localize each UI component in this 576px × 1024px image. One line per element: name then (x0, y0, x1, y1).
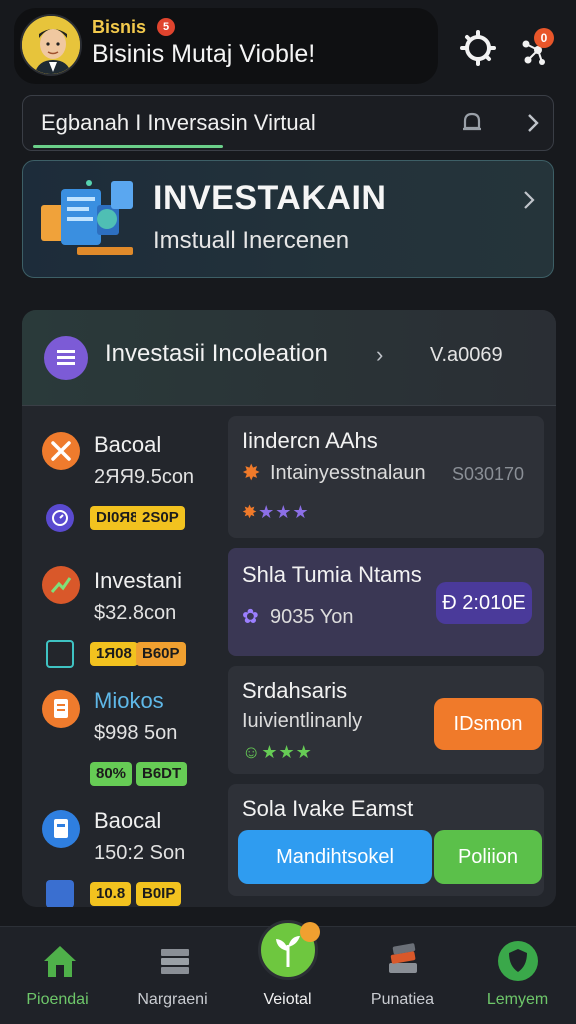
nav-label: Punatiea (370, 991, 435, 1008)
investment-card[interactable]: Sola Ivake Eamst Mandihtsokel Poliion (228, 784, 544, 896)
nav-item-books[interactable]: Punatiea (345, 927, 460, 1024)
list-icon (44, 336, 88, 380)
item-title: Baocal (94, 808, 162, 833)
bell-icon[interactable] (459, 110, 485, 136)
clock-icon (46, 504, 74, 532)
nav-label: Nargraeni (137, 991, 208, 1008)
shield-icon (498, 941, 538, 981)
briefcase-icon (46, 880, 74, 907)
card-title: Iindercn AAhs (242, 428, 378, 453)
list-item[interactable]: Baocal 150:2 Son 10.8 B0IP (22, 796, 222, 907)
blue-action-button[interactable]: Mandihtsokel (238, 830, 432, 884)
list-item[interactable]: Miokos $998 5on 80% B6DT (22, 676, 222, 796)
investment-card[interactable]: Iindercn AAhs Intainyesstnalaun ✸ S03017… (228, 416, 544, 538)
header-small-label: Bisnis (92, 17, 147, 37)
item-value: $998 5on (94, 722, 178, 744)
fab-badge (300, 922, 320, 942)
nav-item-home[interactable]: Pioendai (0, 927, 115, 1024)
file-icon (42, 810, 80, 848)
investment-card[interactable]: Srdahsaris Iuivientlinanly ☺★★★ IDsmon (228, 666, 544, 774)
nav-label: Veiotal (263, 991, 312, 1008)
nav-item-shield[interactable]: Lemyem (460, 927, 575, 1024)
nav-item-stack[interactable]: Nargraeni (115, 927, 230, 1024)
card-action-button[interactable]: IDsmon (434, 698, 542, 750)
nav-label: Pioendai (26, 991, 89, 1008)
chevron-right-icon[interactable] (521, 110, 545, 136)
card-title: Shla Tumia Ntams (242, 562, 422, 587)
item-title: Bacoal (94, 432, 162, 457)
home-icon (44, 946, 76, 977)
card-action-button[interactable]: Ð 2:010E (436, 582, 532, 624)
card-value: S030170 (452, 464, 525, 484)
item-title: Miokos (94, 688, 164, 713)
tag: B60P (136, 642, 186, 666)
books-icon (389, 943, 417, 973)
calendar-icon (46, 640, 74, 668)
stack-icon (161, 949, 189, 974)
header-title: Bisinis Mutaj Vioble! (92, 40, 316, 68)
list-item[interactable]: Investani $32.8con 1Я08 B60P (22, 556, 222, 676)
investment-card[interactable]: Shla Tumia Ntams ✿ 9035 Yon Ð 2:010E (228, 548, 544, 656)
card-title: Srdahsaris (242, 678, 348, 703)
settings-icon (460, 30, 496, 66)
tag: 1Я08 (90, 642, 138, 666)
panel-title: Investasii Incoleation (105, 340, 328, 367)
card-subtitle: Iuivientlinanly (242, 710, 363, 732)
tag: 80% (90, 762, 133, 786)
chevron-right-icon[interactable] (519, 187, 539, 213)
panel-header[interactable]: Investasii Incoleation › V.a0069 (22, 310, 556, 406)
card-subtitle: Intainyesstnalaun (270, 462, 426, 484)
chart-up-icon (42, 566, 80, 604)
card-subtitle: 9035 Yon (270, 606, 354, 628)
rating-stars-icon: ☺★★★ (242, 742, 313, 762)
item-title: Investani (94, 568, 183, 593)
header-badge: 5 (157, 18, 175, 36)
rating-stars-icon: ✸★★★ (242, 502, 310, 522)
investment-illustration-icon (41, 180, 133, 255)
hero-card[interactable]: INVESTAKAIN Imstuall Inercenen (22, 160, 554, 278)
search-text: Egbanah I Inversasin Virtual (41, 110, 316, 135)
avatar[interactable] (20, 14, 82, 76)
list-item[interactable]: Bacoal 2ЯЯ9.5con DI0Я8 2S0P (22, 420, 222, 540)
item-value: 2ЯЯ9.5con (94, 466, 195, 488)
green-action-button[interactable]: Poliion (434, 830, 542, 884)
nav-label: Lemyem (486, 991, 549, 1008)
hero-title: INVESTAKAIN (153, 179, 387, 217)
investment-panel: Investasii Incoleation › V.a0069 Bacoal … (22, 310, 556, 907)
chevron-right-icon[interactable]: › (376, 342, 383, 368)
tag: B0IP (136, 882, 182, 906)
tag: 10.8 (90, 882, 132, 906)
tag: 2S0P (136, 506, 185, 530)
search-bar[interactable]: Egbanah I Inversasin Virtual (22, 95, 554, 151)
item-value: $32.8con (94, 602, 177, 624)
settings-button[interactable] (458, 28, 498, 68)
sun-icon: ✸ (242, 460, 261, 485)
document-icon (42, 690, 80, 728)
card-title: Sola Ivake Eamst (242, 796, 414, 821)
tools-icon (42, 432, 80, 470)
gear-icon: ✿ (242, 606, 259, 628)
search-underline (33, 145, 223, 148)
panel-value: V.a0069 (430, 344, 503, 366)
item-value: 150:2 Son (94, 842, 186, 864)
hero-subtitle: Imstuall Inercenen (153, 227, 350, 254)
tag: B6DT (136, 762, 188, 786)
notification-badge: 0 (534, 28, 554, 48)
